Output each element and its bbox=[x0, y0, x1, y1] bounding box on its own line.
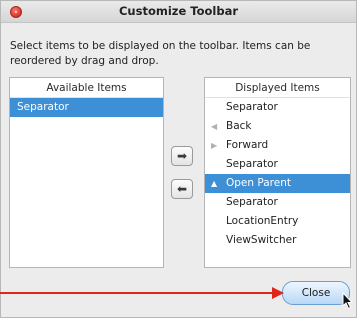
remove-from-toolbar-button[interactable]: ⬅ bbox=[171, 179, 193, 199]
customize-toolbar-dialog: Customize Toolbar Select items to be dis… bbox=[0, 0, 357, 318]
list-item-label: Separator bbox=[17, 101, 69, 113]
displayed-item-forward[interactable]: ▶ Forward bbox=[205, 136, 350, 155]
add-to-toolbar-button[interactable]: ➡ bbox=[171, 146, 193, 166]
list-item-label: Separator bbox=[226, 101, 278, 113]
displayed-items-list[interactable]: Displayed Items Separator ◀ Back ▶ Forwa… bbox=[204, 77, 351, 268]
close-button[interactable]: Close bbox=[282, 281, 350, 305]
displayed-item-separator[interactable]: Separator bbox=[205, 155, 350, 174]
available-item-separator[interactable]: Separator bbox=[10, 98, 163, 117]
available-items-header: Available Items bbox=[10, 78, 163, 98]
list-item-label: Separator bbox=[226, 158, 278, 170]
window-title: Customize Toolbar bbox=[118, 4, 238, 18]
left-arrow-icon: ⬅ bbox=[176, 182, 188, 196]
displayed-item-locationentry[interactable]: LocationEntry bbox=[205, 212, 350, 231]
forward-arrow-icon: ▶ bbox=[211, 141, 218, 150]
list-item-label: Forward bbox=[226, 139, 269, 151]
displayed-item-viewswitcher[interactable]: ViewSwitcher bbox=[205, 231, 350, 250]
close-button-label: Close bbox=[301, 287, 331, 299]
displayed-items-header: Displayed Items bbox=[205, 78, 350, 98]
list-item-label: Separator bbox=[226, 196, 278, 208]
list-item-label: Open Parent bbox=[226, 177, 291, 189]
list-item-label: ViewSwitcher bbox=[226, 234, 297, 246]
available-items-list[interactable]: Available Items Separator bbox=[9, 77, 164, 268]
instructions-text: Select items to be displayed on the tool… bbox=[10, 40, 311, 67]
displayed-item-separator[interactable]: Separator bbox=[205, 193, 350, 212]
up-arrow-icon: ▲ bbox=[211, 179, 218, 188]
list-item-label: Back bbox=[226, 120, 252, 132]
right-arrow-icon: ➡ bbox=[176, 149, 188, 163]
displayed-item-separator[interactable]: Separator bbox=[205, 98, 350, 117]
displayed-item-back[interactable]: ◀ Back bbox=[205, 117, 350, 136]
displayed-item-open-parent[interactable]: ▲ Open Parent bbox=[205, 174, 350, 193]
back-arrow-icon: ◀ bbox=[211, 122, 218, 131]
title-bar[interactable]: Customize Toolbar bbox=[1, 1, 356, 23]
list-item-label: LocationEntry bbox=[226, 215, 299, 227]
